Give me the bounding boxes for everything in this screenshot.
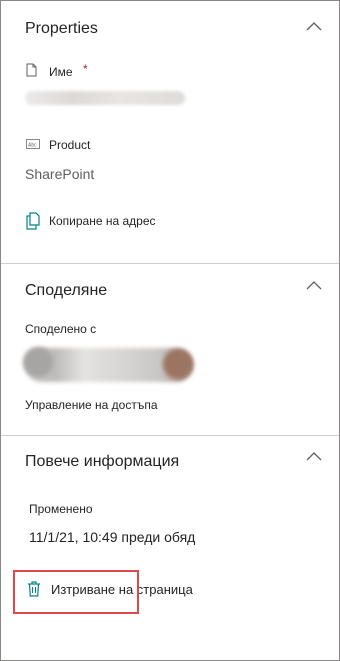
chevron-up-icon[interactable] xyxy=(305,20,323,32)
avatar[interactable] xyxy=(23,347,53,377)
product-field-label: Product xyxy=(49,138,91,152)
section-divider xyxy=(1,435,339,436)
chevron-up-icon[interactable] xyxy=(305,450,323,462)
copy-address-button[interactable]: Копиране на адрес xyxy=(25,212,156,230)
chevron-up-icon[interactable] xyxy=(305,279,323,291)
more-info-section-title: Повече информация xyxy=(25,453,180,470)
delete-highlight-box xyxy=(13,570,139,614)
svg-text:Abc: Abc xyxy=(28,143,37,149)
manage-access-link[interactable]: Управление на достъпа xyxy=(25,398,158,412)
modified-value: 11/1/21, 10:49 преди обяд xyxy=(29,529,196,545)
document-icon xyxy=(26,63,37,77)
required-mark: * xyxy=(83,62,88,76)
name-field-label: Име xyxy=(49,65,73,79)
manage-access-label: Управление на достъпа xyxy=(25,398,158,412)
text-field-icon: Abc xyxy=(26,139,40,149)
product-field-value[interactable]: SharePoint xyxy=(25,166,94,182)
shared-with-label: Споделено с xyxy=(25,322,97,336)
name-field-value[interactable] xyxy=(25,91,185,105)
section-divider xyxy=(1,263,339,264)
page-details-panel: Properties Име * Abc Product SharePoint … xyxy=(0,0,340,661)
copy-address-label: Копиране на адрес xyxy=(49,214,156,228)
sharing-section-title: Споделяне xyxy=(25,282,108,299)
copy-icon xyxy=(26,212,40,230)
modified-label: Променено xyxy=(29,502,93,516)
avatar[interactable] xyxy=(163,349,193,379)
properties-section-title: Properties xyxy=(25,20,98,37)
